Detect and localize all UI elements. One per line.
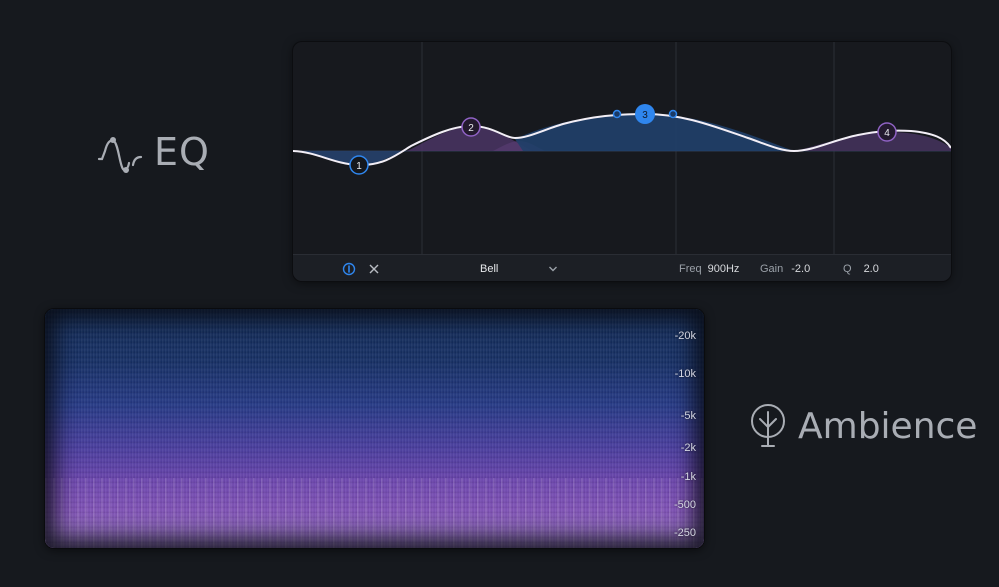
gain-label: Gain (760, 262, 784, 275)
q-value[interactable]: 2.0 (864, 263, 879, 275)
svg-text:4: 4 (884, 128, 890, 139)
svg-text:2: 2 (468, 123, 474, 134)
filter-type-dropdown[interactable] (548, 255, 558, 281)
band-power-button[interactable] (342, 255, 356, 281)
close-icon (369, 264, 379, 273)
freq-label: Freq (679, 262, 702, 275)
eq-band-3-q-right-handle[interactable] (668, 109, 678, 119)
freq-tick-20k: -20k (674, 330, 696, 342)
freq-tick-250: -250 (673, 527, 696, 539)
filter-type-select[interactable]: Bell (480, 255, 498, 281)
ambience-title: Ambience (798, 405, 978, 447)
gain-value[interactable]: -2.0 (791, 263, 810, 275)
q-control[interactable]: Q 2.0 (843, 255, 879, 281)
spectrogram-vignette (45, 309, 704, 548)
freq-tick-1k: -1k (680, 471, 696, 483)
spectrogram-panel: -20k -10k -5k -2k -1k -500 -250 (45, 309, 704, 548)
eq-band-4-handle[interactable]: 4 (877, 122, 897, 142)
chevron-down-icon (549, 266, 557, 271)
eq-title: EQ (154, 130, 210, 174)
eq-module-label: EQ (96, 126, 210, 178)
freq-tick-5k: -5k (680, 410, 696, 422)
eq-curve-icon (97, 137, 143, 173)
eq-band-controls: Bell Freq 900Hz Gain -2.0 Q 2.0 (293, 254, 951, 281)
freq-value[interactable]: 900Hz (708, 263, 740, 275)
q-label: Q (843, 262, 852, 275)
band-remove-button[interactable] (368, 255, 380, 281)
svg-text:3: 3 (642, 110, 648, 121)
power-icon (342, 262, 356, 275)
freq-control[interactable]: Freq 900Hz (679, 255, 739, 281)
filter-type-value: Bell (480, 262, 499, 275)
svg-text:1: 1 (356, 161, 362, 172)
freq-tick-10k: -10k (674, 368, 696, 380)
eq-band-3-q-left-handle[interactable] (612, 109, 622, 119)
eq-panel: 1 2 3 4 Bell Freq 900Hz Gain -2.0 Q 2.0 (293, 42, 951, 281)
tree-icon (751, 404, 785, 447)
ambience-module-label: Ambience (748, 400, 977, 452)
freq-tick-2k: -2k (680, 442, 696, 454)
eq-graph[interactable]: 1 2 3 4 (293, 42, 951, 254)
freq-tick-500: -500 (673, 499, 696, 511)
eq-band-1-handle[interactable]: 1 (349, 155, 369, 175)
gain-control[interactable]: Gain -2.0 (760, 255, 810, 281)
eq-band-2-handle[interactable]: 2 (461, 117, 481, 137)
eq-band-3-handle[interactable]: 3 (635, 104, 655, 124)
